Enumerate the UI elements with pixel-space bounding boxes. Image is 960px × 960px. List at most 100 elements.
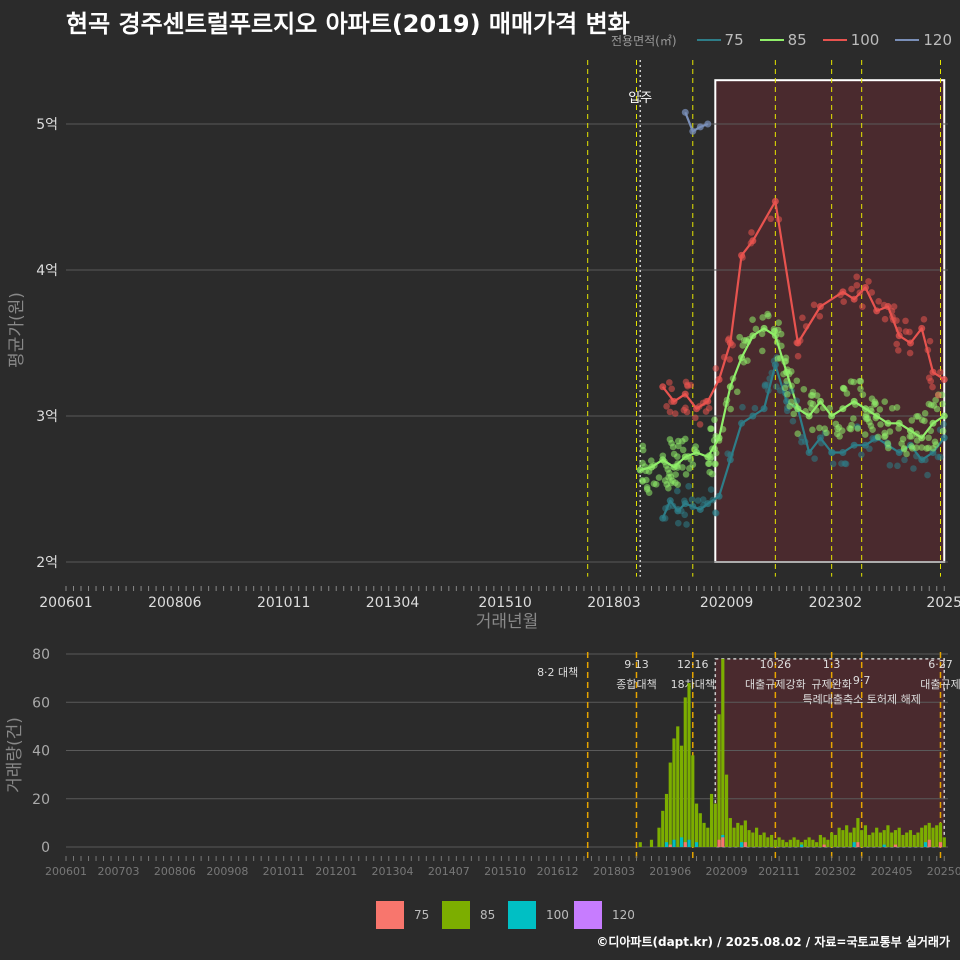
bar-75	[721, 837, 725, 847]
event-label: 18차대책	[671, 678, 715, 691]
scatter-point-85	[859, 391, 867, 398]
bar-85	[807, 837, 811, 847]
data-point-100	[850, 295, 858, 303]
scatter-point-75	[894, 462, 901, 470]
movein-label: 입주	[628, 91, 652, 106]
scatter-point-100	[729, 341, 736, 349]
scatter-point-85	[846, 425, 853, 432]
bar-85	[818, 834, 822, 847]
bar-85	[890, 832, 894, 847]
scatter-point-85	[794, 430, 802, 438]
scatter-point-85	[921, 417, 928, 425]
scatter-point-85	[706, 451, 713, 459]
y-tick-label: 4억	[36, 263, 58, 279]
scatter-point-75	[901, 456, 908, 464]
scatter-point-75	[829, 449, 836, 456]
bar-85	[935, 825, 939, 847]
data-point-100	[929, 368, 937, 376]
legend-bottom-box-100	[508, 901, 536, 929]
scatter-point-100	[856, 289, 864, 297]
scatter-point-85	[712, 460, 719, 468]
scatter-point-100	[837, 291, 844, 299]
scatter-point-85	[802, 408, 809, 415]
bar-75	[927, 839, 931, 847]
x-tick-label-bottom: 201612	[537, 865, 579, 878]
scatter-point-100	[895, 347, 902, 354]
data-point-100	[715, 376, 723, 383]
scatter-point-85	[852, 401, 859, 408]
scatter-point-100	[848, 285, 855, 293]
scatter-point-85	[816, 424, 823, 432]
bar-85	[672, 738, 676, 847]
y-tick-label-bottom: 0	[41, 840, 50, 856]
x-tick-label-bottom: 200908	[206, 865, 248, 878]
bar-85	[728, 818, 732, 847]
scatter-point-85	[787, 368, 795, 375]
data-point-75	[850, 441, 858, 449]
scatter-point-85	[711, 445, 719, 453]
x-tick-label: 202009	[700, 595, 753, 611]
bar-85	[713, 803, 717, 847]
scatter-point-85	[939, 427, 947, 435]
scatter-point-100	[712, 365, 720, 372]
bar-85	[826, 839, 830, 847]
scatter-point-75	[669, 502, 677, 510]
bar-85	[860, 830, 864, 847]
bar-85	[668, 762, 672, 847]
chart-canvas: 2억 3억 4억 5억 입주 200601 200806 201011 201304 201510…	[5, 60, 960, 878]
scatter-point-85	[711, 416, 718, 424]
scatter-point-85	[733, 388, 741, 396]
data-point-100	[659, 383, 667, 391]
x-tick-label: 201510	[478, 595, 531, 611]
scatter-point-85	[719, 425, 727, 433]
scatter-point-85	[856, 377, 864, 385]
scatter-point-75	[866, 445, 873, 453]
scatter-point-85	[729, 375, 737, 382]
bar-85	[871, 832, 875, 847]
event-label: 8·2 대책	[537, 666, 578, 679]
bar-100	[672, 839, 676, 847]
bar-100	[694, 842, 699, 847]
scatter-point-85	[647, 457, 655, 465]
scatter-point-75	[924, 471, 931, 479]
scatter-point-100	[924, 346, 932, 354]
scatter-point-100	[775, 216, 783, 223]
scatter-point-75	[829, 460, 837, 468]
bar-85	[803, 839, 807, 847]
bar-85	[792, 837, 796, 847]
event-label: 9·13	[624, 658, 649, 671]
scatter-point-85	[895, 425, 902, 432]
x-tick-label-bottom: 201304	[372, 865, 414, 878]
scatter-point-75	[858, 451, 865, 458]
legend-bottom-item-100: 100	[508, 901, 574, 929]
scatter-point-85	[857, 385, 864, 393]
bar-85	[867, 834, 871, 847]
scatter-point-85	[888, 404, 896, 412]
data-point-100	[918, 324, 926, 332]
scatter-point-100	[748, 229, 755, 236]
data-point-75	[689, 503, 697, 511]
scatter-point-85	[906, 433, 914, 440]
bar-85	[878, 832, 883, 847]
scatter-point-85	[775, 319, 782, 327]
scatter-point-75	[683, 521, 690, 528]
scatter-point-85	[781, 384, 789, 392]
scatter-point-85	[710, 437, 718, 444]
x-tick-label-bottom: 201510	[484, 865, 526, 878]
legend-bottom-label-120: 120	[612, 908, 635, 922]
scatter-point-100	[875, 298, 882, 305]
bar-85	[845, 825, 849, 847]
data-point-75	[839, 449, 847, 456]
scatter-point-100	[663, 402, 670, 410]
scatter-point-75	[940, 420, 947, 428]
scatter-point-85	[758, 330, 766, 338]
scatter-point-85	[927, 427, 935, 435]
scatter-point-85	[727, 405, 734, 413]
scatter-point-100	[880, 301, 888, 309]
scatter-point-85	[863, 415, 870, 423]
scatter-point-85	[790, 410, 798, 418]
bar-85	[833, 834, 837, 847]
scatter-point-85	[813, 407, 820, 414]
scatter-point-75	[798, 438, 805, 446]
data-point-100	[681, 390, 689, 398]
